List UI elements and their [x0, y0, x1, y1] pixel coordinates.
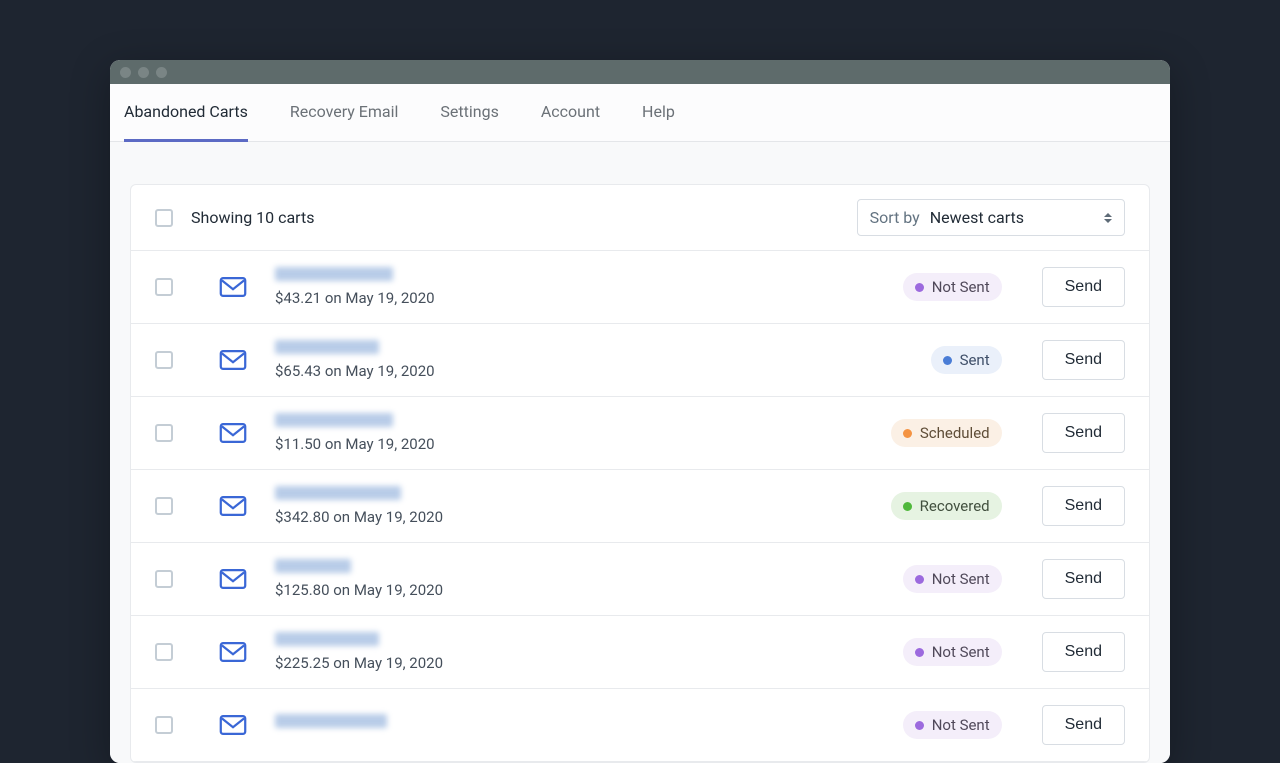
status-text: Sent — [960, 351, 990, 369]
status-text: Not Sent — [932, 570, 990, 588]
cart-row: $342.80 on May 19, 2020 Recovered Send — [131, 470, 1149, 543]
row-main: $11.50 on May 19, 2020 — [275, 413, 873, 453]
row-checkbox[interactable] — [155, 570, 173, 588]
carts-panel: Showing 10 carts Sort by Newest carts $4… — [130, 184, 1150, 763]
cart-amount-date: $11.50 on May 19, 2020 — [275, 435, 873, 453]
status-dot-icon — [943, 356, 952, 365]
main-tabs: Abandoned Carts Recovery Email Settings Acc… — [110, 84, 1170, 142]
status-dot-icon — [915, 648, 924, 657]
cart-row: $11.50 on May 19, 2020 Scheduled Send — [131, 397, 1149, 470]
mail-icon[interactable] — [219, 642, 247, 662]
tab-recovery-email[interactable]: Recovery Email — [290, 84, 399, 142]
cart-row: Not Sent Send — [131, 689, 1149, 762]
cart-row: $43.21 on May 19, 2020 Not Sent Send — [131, 251, 1149, 324]
content-area: Showing 10 carts Sort by Newest carts $4… — [110, 142, 1170, 763]
row-main: $225.25 on May 19, 2020 — [275, 632, 885, 672]
customer-name[interactable] — [275, 632, 379, 646]
cart-row: $225.25 on May 19, 2020 Not Sent Send — [131, 616, 1149, 689]
row-main: $342.80 on May 19, 2020 — [275, 486, 873, 526]
sort-by-value: Newest carts — [930, 208, 1024, 227]
cart-amount-date: $43.21 on May 19, 2020 — [275, 289, 885, 307]
tab-account[interactable]: Account — [541, 84, 600, 142]
mail-icon[interactable] — [219, 569, 247, 589]
status-text: Not Sent — [932, 716, 990, 734]
row-checkbox[interactable] — [155, 424, 173, 442]
status-dot-icon — [915, 721, 924, 730]
cart-amount-date: $65.43 on May 19, 2020 — [275, 362, 913, 380]
cart-amount-date: $225.25 on May 19, 2020 — [275, 654, 885, 672]
status-dot-icon — [915, 575, 924, 584]
status-text: Not Sent — [932, 643, 990, 661]
mail-icon[interactable] — [219, 496, 247, 516]
row-checkbox[interactable] — [155, 643, 173, 661]
status-dot-icon — [915, 283, 924, 292]
row-checkbox[interactable] — [155, 278, 173, 296]
send-button[interactable]: Send — [1042, 559, 1125, 599]
status-text: Not Sent — [932, 278, 990, 296]
customer-name[interactable] — [275, 340, 379, 354]
cart-amount-date: $342.80 on May 19, 2020 — [275, 508, 873, 526]
status-badge: Scheduled — [891, 419, 1002, 447]
cart-row: $125.80 on May 19, 2020 Not Sent Send — [131, 543, 1149, 616]
tab-help[interactable]: Help — [642, 84, 675, 142]
row-checkbox[interactable] — [155, 351, 173, 369]
mail-icon[interactable] — [219, 350, 247, 370]
customer-name[interactable] — [275, 267, 393, 281]
window-titlebar — [110, 60, 1170, 84]
row-checkbox[interactable] — [155, 716, 173, 734]
send-button[interactable]: Send — [1042, 632, 1125, 672]
status-badge: Not Sent — [903, 273, 1002, 301]
send-button[interactable]: Send — [1042, 486, 1125, 526]
row-main: $125.80 on May 19, 2020 — [275, 559, 885, 599]
status-badge: Not Sent — [903, 565, 1002, 593]
sort-selector[interactable]: Sort by Newest carts — [857, 199, 1125, 236]
window-close-dot[interactable] — [120, 67, 131, 78]
cart-row: $65.43 on May 19, 2020 Sent Send — [131, 324, 1149, 397]
customer-name[interactable] — [275, 559, 351, 573]
sort-by-label: Sort by — [870, 208, 920, 227]
status-dot-icon — [903, 429, 912, 438]
select-all-checkbox[interactable] — [155, 209, 173, 227]
status-badge: Not Sent — [903, 711, 1002, 739]
sort-chevron-icon — [1104, 213, 1112, 223]
showing-count-label: Showing 10 carts — [191, 208, 314, 227]
row-main: $65.43 on May 19, 2020 — [275, 340, 913, 380]
send-button[interactable]: Send — [1042, 413, 1125, 453]
mail-icon[interactable] — [219, 277, 247, 297]
status-badge: Not Sent — [903, 638, 1002, 666]
window-zoom-dot[interactable] — [156, 67, 167, 78]
mail-icon[interactable] — [219, 423, 247, 443]
app-window: Abandoned Carts Recovery Email Settings Acc… — [110, 60, 1170, 763]
customer-name[interactable] — [275, 413, 393, 427]
panel-header-left: Showing 10 carts — [155, 208, 314, 227]
row-main: $43.21 on May 19, 2020 — [275, 267, 885, 307]
tab-settings[interactable]: Settings — [440, 84, 498, 142]
row-main — [275, 714, 885, 736]
mail-icon[interactable] — [219, 715, 247, 735]
row-checkbox[interactable] — [155, 497, 173, 515]
status-badge: Sent — [931, 346, 1002, 374]
window-minimize-dot[interactable] — [138, 67, 149, 78]
status-badge: Recovered — [891, 492, 1002, 520]
status-text: Recovered — [920, 497, 990, 515]
cart-amount-date: $125.80 on May 19, 2020 — [275, 581, 885, 599]
send-button[interactable]: Send — [1042, 340, 1125, 380]
status-dot-icon — [903, 502, 912, 511]
cart-rows-container: $43.21 on May 19, 2020Not SentSend$65.43… — [131, 251, 1149, 762]
customer-name[interactable] — [275, 486, 401, 500]
panel-header: Showing 10 carts Sort by Newest carts — [131, 185, 1149, 251]
tab-abandoned-carts[interactable]: Abandoned Carts — [124, 84, 248, 142]
customer-name[interactable] — [275, 714, 387, 728]
send-button[interactable]: Send — [1042, 705, 1125, 745]
status-text: Scheduled — [920, 424, 990, 442]
send-button[interactable]: Send — [1042, 267, 1125, 307]
